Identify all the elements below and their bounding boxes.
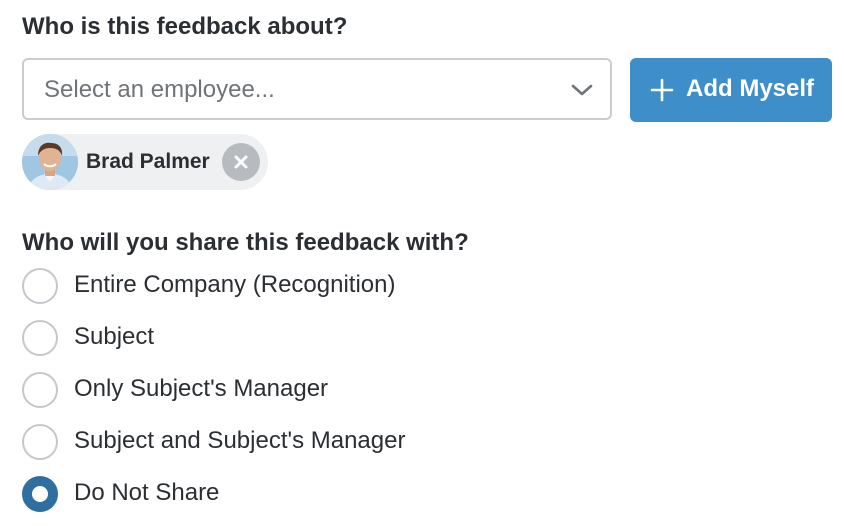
share-option-label: Subject	[74, 323, 155, 350]
share-option-label: Entire Company (Recognition)	[74, 271, 396, 298]
radio-button[interactable]	[22, 372, 58, 408]
radio-button[interactable]	[22, 268, 58, 304]
add-myself-label: Add Myself	[686, 75, 815, 102]
selected-employee-name: Brad Palmer	[86, 150, 210, 173]
share-option-label: Do Not Share	[74, 479, 220, 506]
employee-select[interactable]: Select an employee...	[22, 58, 612, 120]
selected-employee-chip: Brad Palmer	[22, 134, 268, 190]
plus-icon	[650, 78, 674, 102]
share-option-entire-company[interactable]: Entire Company (Recognition)	[22, 266, 582, 306]
radio-button[interactable]	[22, 320, 58, 356]
share-question-title: Who will you share this feedback with?	[22, 229, 469, 256]
close-icon	[234, 155, 248, 169]
about-question-title: Who is this feedback about?	[22, 13, 348, 40]
share-option-subject[interactable]: Subject	[22, 318, 582, 358]
avatar	[22, 134, 78, 190]
remove-employee-button[interactable]	[222, 143, 260, 181]
share-option-only-manager[interactable]: Only Subject's Manager	[22, 370, 582, 410]
share-option-label: Subject and Subject's Manager	[74, 427, 406, 454]
share-option-label: Only Subject's Manager	[74, 375, 329, 402]
radio-button[interactable]	[22, 424, 58, 460]
add-myself-button[interactable]: Add Myself	[630, 58, 832, 122]
employee-select-placeholder: Select an employee...	[44, 76, 275, 103]
chevron-down-icon	[571, 84, 593, 96]
radio-button-checked[interactable]	[22, 476, 58, 512]
share-option-subject-and-manager[interactable]: Subject and Subject's Manager	[22, 422, 582, 462]
share-option-do-not-share[interactable]: Do Not Share	[22, 474, 582, 514]
